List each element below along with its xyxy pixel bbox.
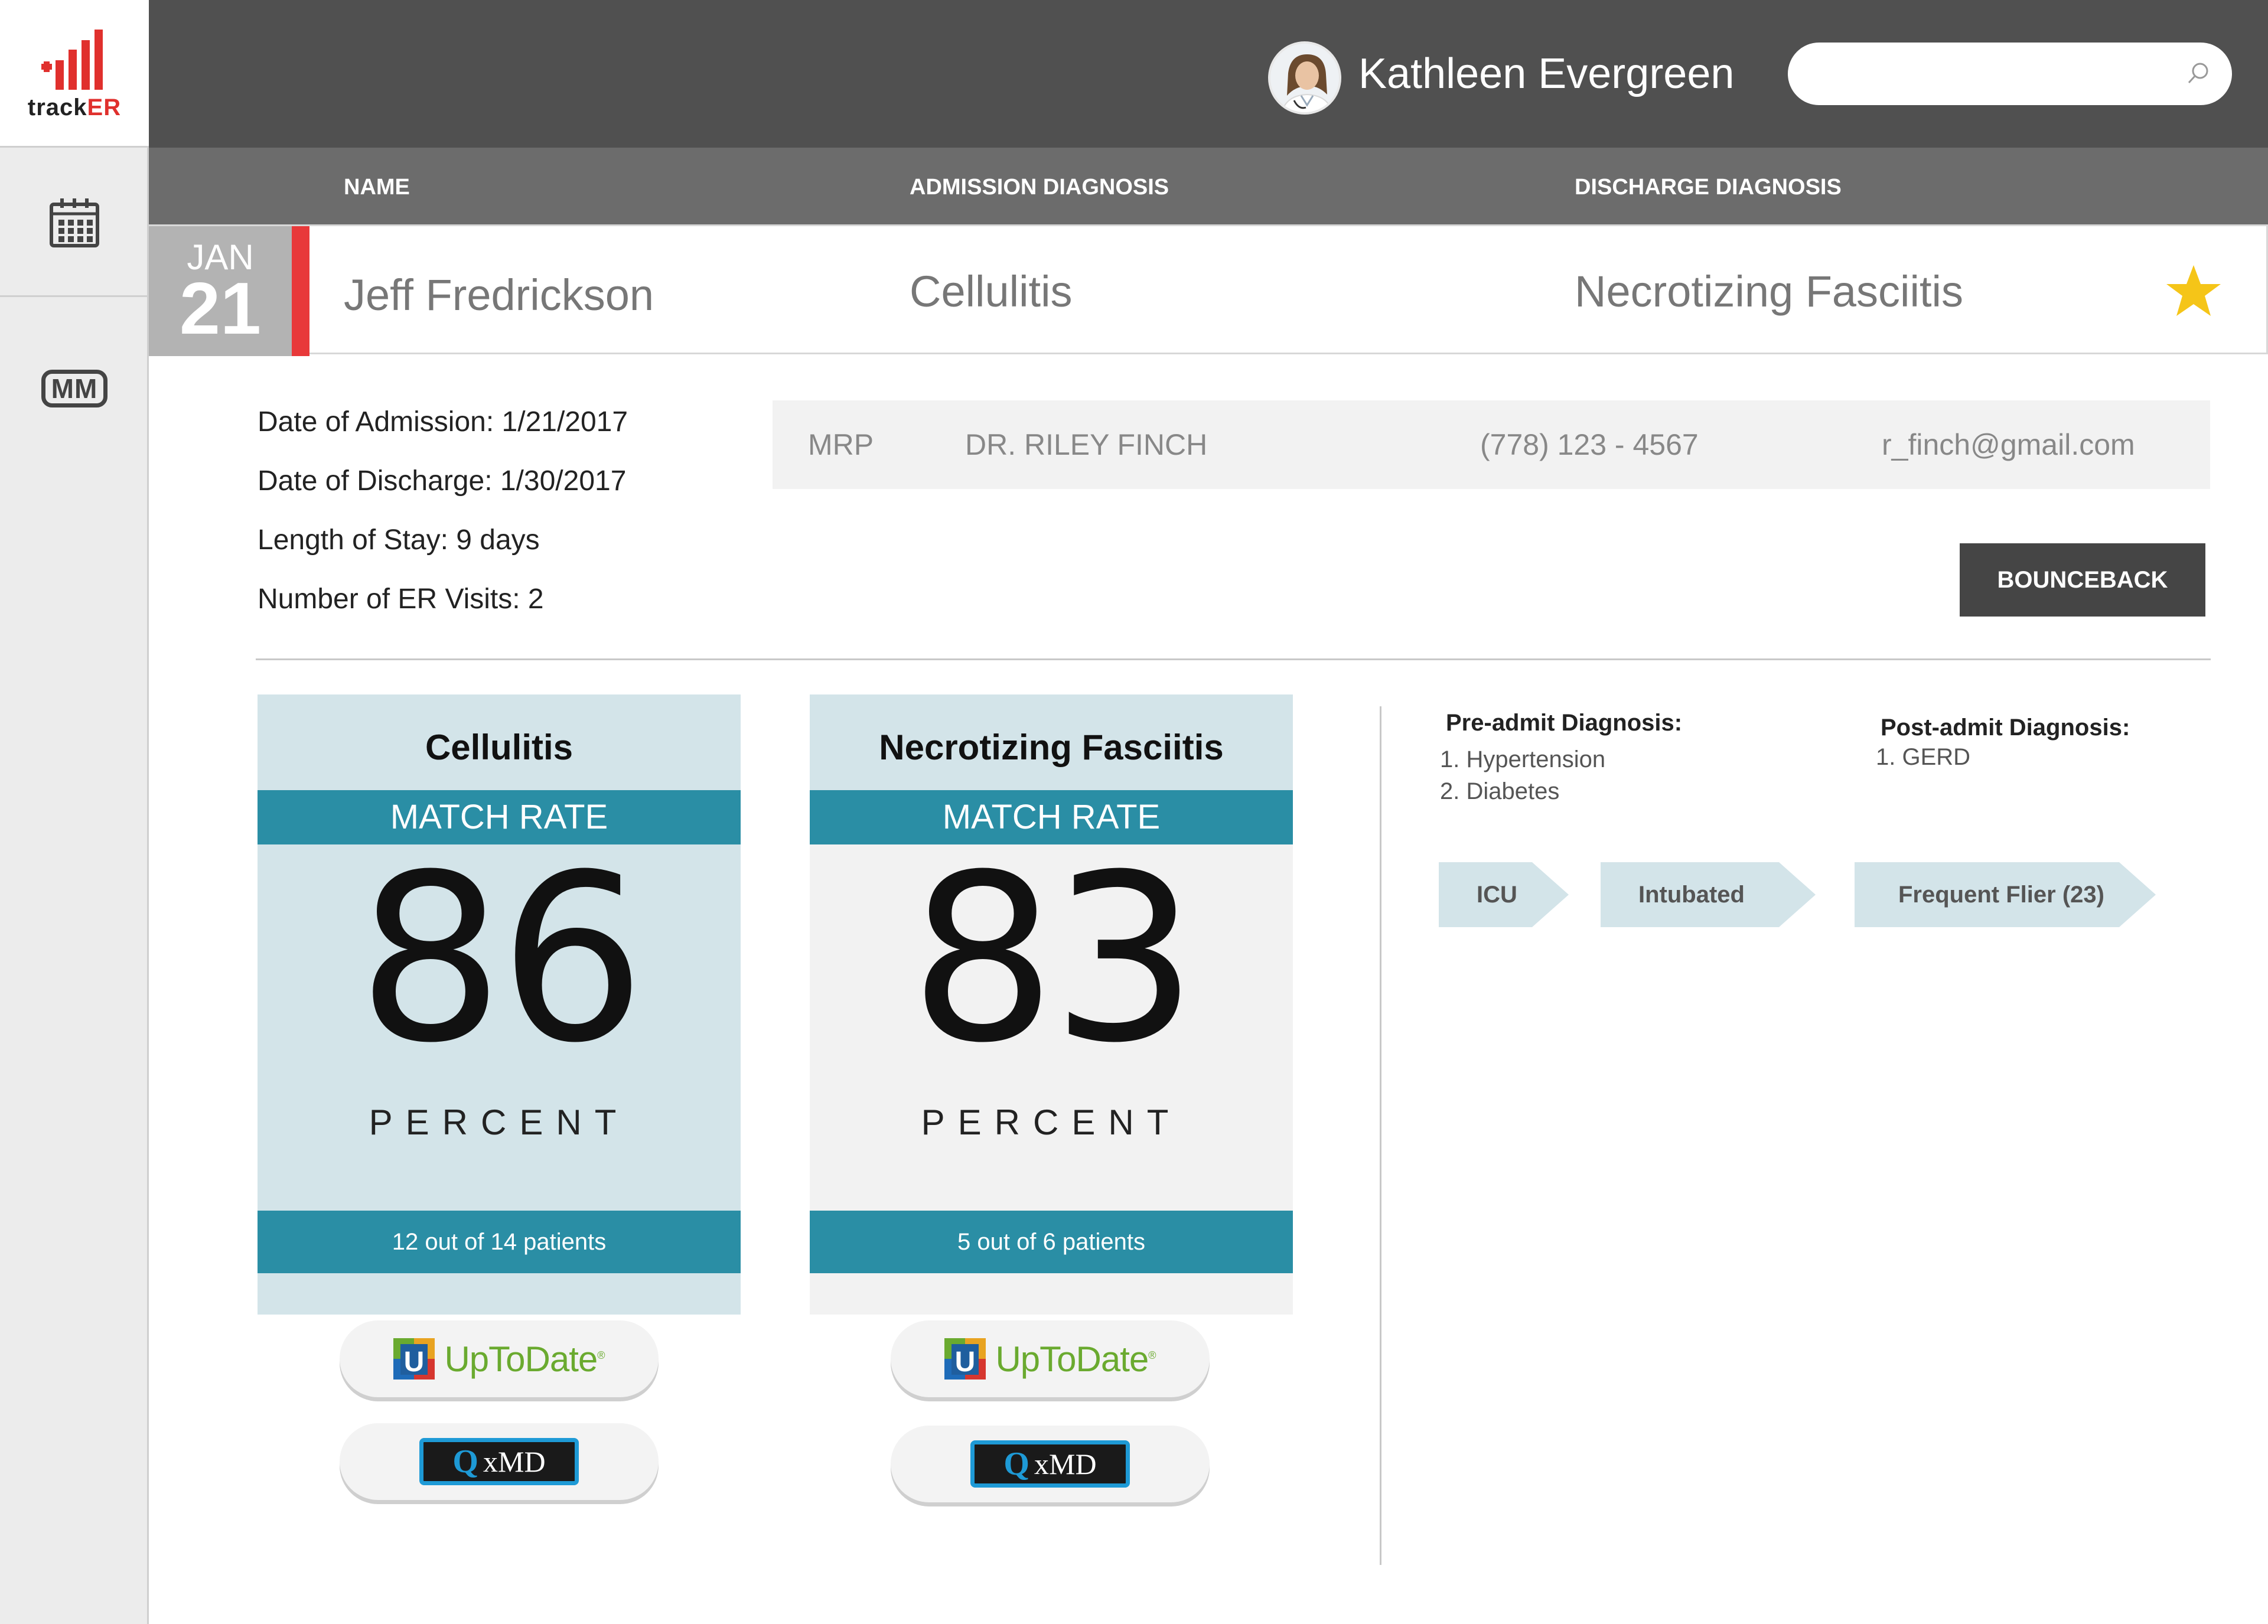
sidebar-item-calendar[interactable] (0, 149, 149, 297)
date-badge: JAN 21 (149, 226, 292, 356)
top-bar: Kathleen Evergreen (149, 0, 2268, 148)
tag-intubated[interactable]: Intubated (1601, 862, 1816, 927)
discharge-date: Date of Discharge: 1/30/2017 (258, 465, 627, 497)
card-match-unit: PERCENT (369, 1103, 630, 1142)
qxmd-q-mark: Q (1003, 1446, 1029, 1482)
match-card-cellulitis: Cellulitis MATCH RATE 86 PERCENT 12 out … (258, 694, 741, 1315)
tag-icu[interactable]: ICU (1439, 862, 1569, 927)
svg-text:U: U (955, 1346, 976, 1378)
sidebar: trackER MM (0, 0, 149, 1624)
pre-admit-list: 1. Hypertension 2. Diabetes (1440, 746, 1605, 810)
star-icon[interactable] (2164, 262, 2223, 321)
user-name[interactable]: Kathleen Evergreen (1358, 50, 1734, 98)
app-name-suffix: ER (87, 94, 122, 120)
qxmd-logo-icon: QxMD (970, 1440, 1130, 1488)
patient-row[interactable]: JAN 21 Jeff Fredrickson Cellulitis Necro… (149, 224, 2268, 356)
post-admit-title: Post-admit Diagnosis: (1881, 715, 2130, 741)
match-card-necrotizing-fasciitis: Necrotizing Fasciitis MATCH RATE 83 PERC… (810, 694, 1293, 1315)
patient-name: Jeff Fredrickson (344, 270, 654, 319)
bar-chart-logo-icon (41, 30, 103, 90)
mrp-contact-bar: MRP DR. RILEY FINCH (778) 123 - 4567 r_f… (773, 400, 2210, 489)
discharge-diagnosis: Necrotizing Fasciitis (1575, 267, 1963, 316)
post-admit-list: 1. GERD (1876, 744, 1970, 776)
card-match-value: 83 (909, 825, 1198, 1093)
pre-admit-title: Pre-admit Diagnosis: (1446, 710, 1683, 736)
uptodate-logo-icon: U (944, 1338, 986, 1380)
uptodate-label: UpToDate® (444, 1339, 605, 1380)
list-item: 2. Diabetes (1440, 778, 1560, 804)
table-header: NAME ADMISSION DIAGNOSIS DISCHARGE DIAGN… (149, 148, 2268, 224)
column-header-name[interactable]: NAME (344, 175, 410, 200)
list-item: 1. Hypertension (1440, 746, 1606, 772)
app-logo[interactable]: trackER (0, 0, 149, 148)
card-diagnosis: Cellulitis (258, 694, 741, 790)
avatar-image (1270, 44, 1339, 112)
patient-details: Date of Admission: 1/21/2017 Date of Dis… (258, 403, 628, 639)
uptodate-label-text: UpToDate (995, 1339, 1149, 1379)
qxmd-q-mark: Q (452, 1443, 478, 1480)
svg-text:U: U (404, 1346, 425, 1378)
mrp-label: MRP (808, 428, 874, 461)
admission-date: Date of Admission: 1/21/2017 (258, 406, 628, 438)
search-icon[interactable] (2186, 60, 2212, 86)
qxmd-label: xMD (483, 1445, 546, 1478)
uptodate-logo-icon: U (393, 1338, 435, 1380)
user-avatar[interactable] (1268, 41, 1341, 115)
qxmd-logo-icon: QxMD (419, 1438, 579, 1485)
mrp-doctor: DR. RILEY FINCH (965, 428, 1208, 461)
mm-icon: MM (41, 370, 108, 407)
search-input[interactable] (1788, 43, 2232, 105)
card-diagnosis: Necrotizing Fasciitis (810, 694, 1293, 790)
uptodate-button-cellulitis[interactable]: U UpToDate® (340, 1320, 659, 1397)
uptodate-registered-mark: ® (1148, 1349, 1156, 1361)
length-of-stay: Length of Stay: 9 days (258, 524, 540, 556)
card-match-value: 86 (357, 825, 646, 1093)
app-name: trackER (0, 94, 149, 121)
mrp-phone[interactable]: (778) 123 - 4567 (1480, 428, 1699, 462)
card-patient-count: 5 out of 6 patients (810, 1211, 1293, 1273)
date-day: 21 (180, 268, 261, 350)
panel-divider (1380, 706, 1381, 1565)
uptodate-label: UpToDate® (995, 1339, 1156, 1380)
column-header-admission[interactable]: ADMISSION DIAGNOSIS (910, 175, 1169, 200)
uptodate-button-necrotizing-fasciitis[interactable]: U UpToDate® (891, 1320, 1210, 1397)
mrp-email[interactable]: r_finch@gmail.com (1882, 428, 2135, 462)
qxmd-button-cellulitis[interactable]: QxMD (340, 1423, 659, 1500)
qxmd-label: xMD (1034, 1447, 1097, 1480)
qxmd-button-necrotizing-fasciitis[interactable]: QxMD (891, 1426, 1210, 1502)
uptodate-registered-mark: ® (597, 1349, 605, 1361)
divider (256, 658, 2211, 660)
calendar-icon (50, 198, 99, 247)
tag-frequent-flier[interactable]: Frequent Flier (23) (1855, 862, 2156, 927)
priority-indicator (292, 226, 309, 356)
bounceback-button[interactable]: BOUNCEBACK (1960, 543, 2205, 617)
card-match-unit: PERCENT (921, 1103, 1182, 1142)
er-visits: Number of ER Visits: 2 (258, 583, 544, 615)
uptodate-label-text: UpToDate (444, 1339, 598, 1379)
sidebar-item-mm[interactable]: MM (0, 331, 149, 449)
app-name-prefix: track (27, 94, 87, 120)
admission-diagnosis: Cellulitis (910, 267, 1073, 316)
list-item: 1. GERD (1876, 744, 1971, 770)
column-header-discharge[interactable]: DISCHARGE DIAGNOSIS (1575, 175, 1842, 200)
card-patient-count: 12 out of 14 patients (258, 1211, 741, 1273)
